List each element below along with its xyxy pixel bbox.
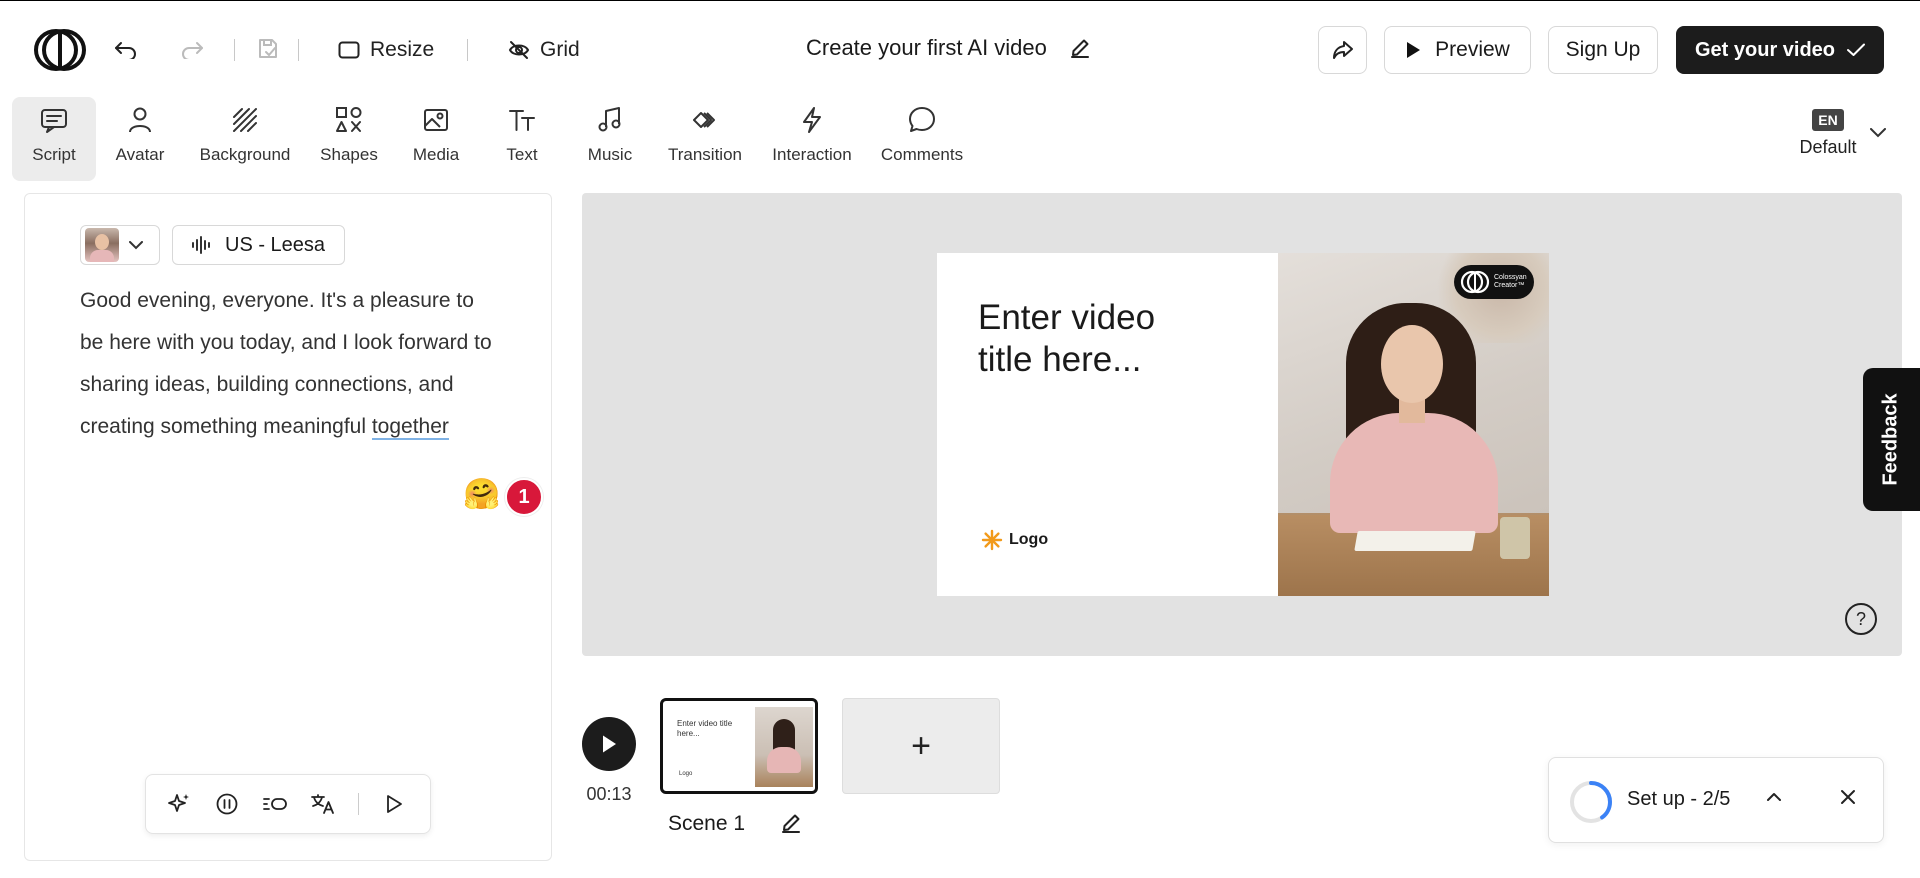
brand-logo-icon — [1460, 270, 1490, 294]
top-bar: Resize Grid Create your first AI video P… — [0, 0, 1920, 97]
redo-icon[interactable] — [178, 35, 206, 63]
tool-interaction[interactable]: Interaction — [768, 97, 856, 181]
play-icon — [1407, 42, 1421, 58]
shapes-icon — [336, 107, 362, 132]
avatar — [85, 228, 119, 262]
scene-slide[interactable]: Enter video title here... Logo Colossyan… — [937, 253, 1549, 596]
brand-watermark: Colossyan Creator™ — [1454, 265, 1534, 299]
help-glyph: ? — [1856, 609, 1866, 629]
edit-title-icon[interactable] — [1069, 37, 1091, 59]
transition-icon — [693, 112, 715, 128]
chevron-down-icon — [129, 240, 143, 249]
tool-avatar[interactable]: Avatar — [108, 97, 172, 181]
get-your-video-button[interactable]: Get your video — [1676, 26, 1884, 74]
reaction-emoji[interactable]: 🤗 — [463, 477, 500, 512]
tool-background[interactable]: Background — [192, 97, 298, 181]
ai-sparkle-icon[interactable] — [166, 791, 192, 817]
photo-mug — [1500, 517, 1530, 559]
avatar-video[interactable]: Colossyan Creator™ — [1278, 253, 1549, 596]
setup-progress-card[interactable]: Set up - 2/5 — [1548, 757, 1884, 843]
tool-shapes[interactable]: Shapes — [314, 97, 384, 181]
language-label: Default — [1799, 137, 1857, 157]
undo-icon[interactable] — [112, 35, 140, 63]
media-icon — [424, 109, 448, 131]
comment-count-badge[interactable]: 1 — [505, 478, 543, 516]
tool-script[interactable]: Script — [12, 97, 96, 181]
scene-label[interactable]: Scene 1 — [668, 812, 745, 836]
language-selector[interactable]: EN Default — [1798, 109, 1858, 158]
setup-label: Set up - 2/5 — [1627, 788, 1731, 810]
play-timeline-button[interactable] — [582, 717, 636, 771]
scene-thumbnail[interactable]: Enter video title here... Logo — [660, 698, 818, 794]
help-icon[interactable]: ? — [1844, 602, 1878, 636]
project-title[interactable]: Create your first AI video — [806, 35, 1047, 61]
sun-logo-icon — [981, 529, 1003, 551]
edit-scene-icon[interactable] — [780, 812, 802, 834]
share-icon — [1332, 41, 1353, 59]
tool-row: Script Avatar Background Shapes Media Te… — [0, 97, 1920, 185]
waveform-icon — [192, 236, 210, 254]
eye-off-icon — [508, 41, 530, 59]
preview-button[interactable]: Preview — [1384, 26, 1531, 74]
voice-selector[interactable]: US - Leesa — [172, 225, 345, 265]
slide-logo[interactable]: Logo — [981, 529, 1048, 551]
text-icon — [509, 110, 535, 131]
avatar-icon — [129, 107, 151, 133]
play-script-icon[interactable] — [381, 791, 407, 817]
timeline-duration: 00:13 — [586, 784, 632, 804]
underlined-word[interactable]: together — [371, 415, 449, 440]
share-button[interactable] — [1318, 26, 1367, 74]
script-icon — [41, 109, 67, 133]
chevron-down-icon[interactable] — [1870, 128, 1886, 138]
canvas-area[interactable]: Enter video title here... Logo Colossyan… — [582, 193, 1902, 656]
grid-button[interactable]: Grid — [508, 31, 580, 69]
plus-icon: + — [911, 726, 931, 765]
tool-transition[interactable]: Transition — [662, 97, 748, 181]
close-icon[interactable] — [1839, 788, 1857, 806]
comments-icon — [909, 107, 935, 132]
tool-music[interactable]: Music — [578, 97, 642, 181]
script-panel: US - Leesa Good evening, everyone. It's … — [24, 193, 552, 861]
pause-icon[interactable] — [214, 791, 240, 817]
slide-title[interactable]: Enter video title here... — [978, 297, 1208, 381]
language-code: EN — [1812, 109, 1844, 131]
pronunciation-icon[interactable] — [262, 791, 288, 817]
interaction-icon — [803, 107, 821, 133]
play-icon — [603, 735, 616, 753]
translate-icon[interactable] — [310, 791, 336, 817]
add-scene-button[interactable]: + — [842, 698, 1000, 794]
divider — [298, 39, 299, 61]
tool-text[interactable]: Text — [492, 97, 552, 181]
chevron-up-icon[interactable] — [1765, 788, 1783, 806]
app-logo[interactable] — [34, 29, 86, 71]
photo-body — [1330, 413, 1498, 533]
music-icon — [598, 107, 621, 132]
tool-comments[interactable]: Comments — [876, 97, 968, 181]
script-tools-bar — [145, 774, 431, 834]
sign-up-button[interactable]: Sign Up — [1548, 26, 1658, 74]
checkmark-icon — [1847, 43, 1866, 56]
divider — [358, 793, 359, 815]
resize-icon — [338, 41, 360, 59]
progress-spinner-icon — [1570, 781, 1612, 823]
background-icon — [233, 108, 257, 132]
photo-book — [1354, 531, 1476, 551]
scene-thumb-title: Enter video title here... — [677, 719, 733, 738]
feedback-tab[interactable]: Feedback — [1863, 368, 1920, 511]
divider — [234, 39, 235, 61]
tool-media[interactable]: Media — [404, 97, 468, 181]
save-icon[interactable] — [254, 35, 282, 63]
resize-button[interactable]: Resize — [338, 31, 434, 69]
avatar-dropdown[interactable] — [80, 225, 160, 265]
scene-thumb-logo: Logo — [679, 771, 693, 777]
script-text[interactable]: Good evening, everyone. It's a pleasure … — [80, 280, 500, 448]
project-title-area: Create your first AI video — [806, 35, 1091, 61]
divider — [467, 39, 468, 61]
photo-face — [1381, 325, 1443, 403]
scene-thumb-photo — [755, 707, 813, 787]
